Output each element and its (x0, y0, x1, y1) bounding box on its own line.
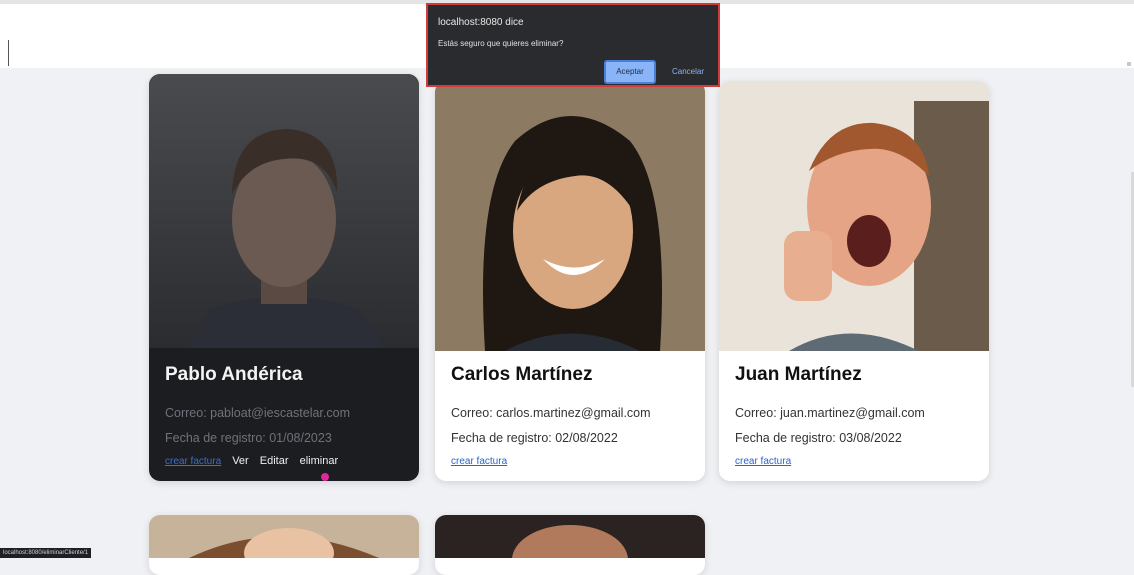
card-actions: crear factura (735, 455, 791, 467)
client-card-partial[interactable] (435, 515, 705, 575)
client-name: Carlos Martínez (451, 364, 593, 385)
confirm-dialog: localhost:8080 dice Estás seguro que qui… (426, 3, 720, 87)
card-actions: crear factura Ver Editar eliminar (165, 455, 338, 467)
client-name: Pablo Andérica (165, 364, 303, 385)
client-photo (719, 81, 989, 351)
create-invoice-link[interactable]: crear factura (451, 456, 507, 467)
client-name: Juan Martínez (735, 364, 862, 385)
accept-button[interactable]: Aceptar (604, 60, 656, 84)
client-card-partial[interactable] (149, 515, 419, 575)
dialog-message: Estás seguro que quieres eliminar? (438, 39, 564, 48)
cancel-button[interactable]: Cancelar (664, 60, 712, 84)
client-photo (435, 81, 705, 351)
create-invoice-link[interactable]: crear factura (165, 456, 221, 467)
client-photo (149, 74, 419, 348)
client-photo (435, 515, 705, 575)
client-email: Correo: carlos.martinez@gmail.com (451, 406, 651, 420)
mouse-pointer-indicator (321, 473, 329, 481)
client-date: Fecha de registro: 01/08/2023 (165, 431, 332, 445)
client-date: Fecha de registro: 03/08/2022 (735, 431, 902, 445)
dialog-origin: localhost:8080 dice (438, 17, 524, 28)
client-photo (149, 515, 419, 575)
client-card-pablo[interactable]: Pablo Andérica Correo: pabloat@iescastel… (149, 74, 419, 481)
scrollbar-arrow[interactable] (1127, 62, 1131, 66)
delete-button[interactable]: eliminar (300, 455, 339, 467)
client-card-carlos[interactable]: Carlos Martínez Correo: carlos.martinez@… (435, 81, 705, 481)
text-cursor (8, 40, 9, 66)
status-bar-url: localhost:8080/eliminarCliente/1 (0, 548, 92, 558)
client-email: Correo: pabloat@iescastelar.com (165, 406, 350, 420)
client-email: Correo: juan.martinez@gmail.com (735, 406, 925, 420)
create-invoice-link[interactable]: crear factura (735, 456, 791, 467)
view-button[interactable]: Ver (232, 455, 249, 467)
client-card-juan[interactable]: Juan Martínez Correo: juan.martinez@gmai… (719, 81, 989, 481)
edit-button[interactable]: Editar (260, 455, 289, 467)
client-date: Fecha de registro: 02/08/2022 (451, 431, 618, 445)
card-actions: crear factura (451, 455, 507, 467)
